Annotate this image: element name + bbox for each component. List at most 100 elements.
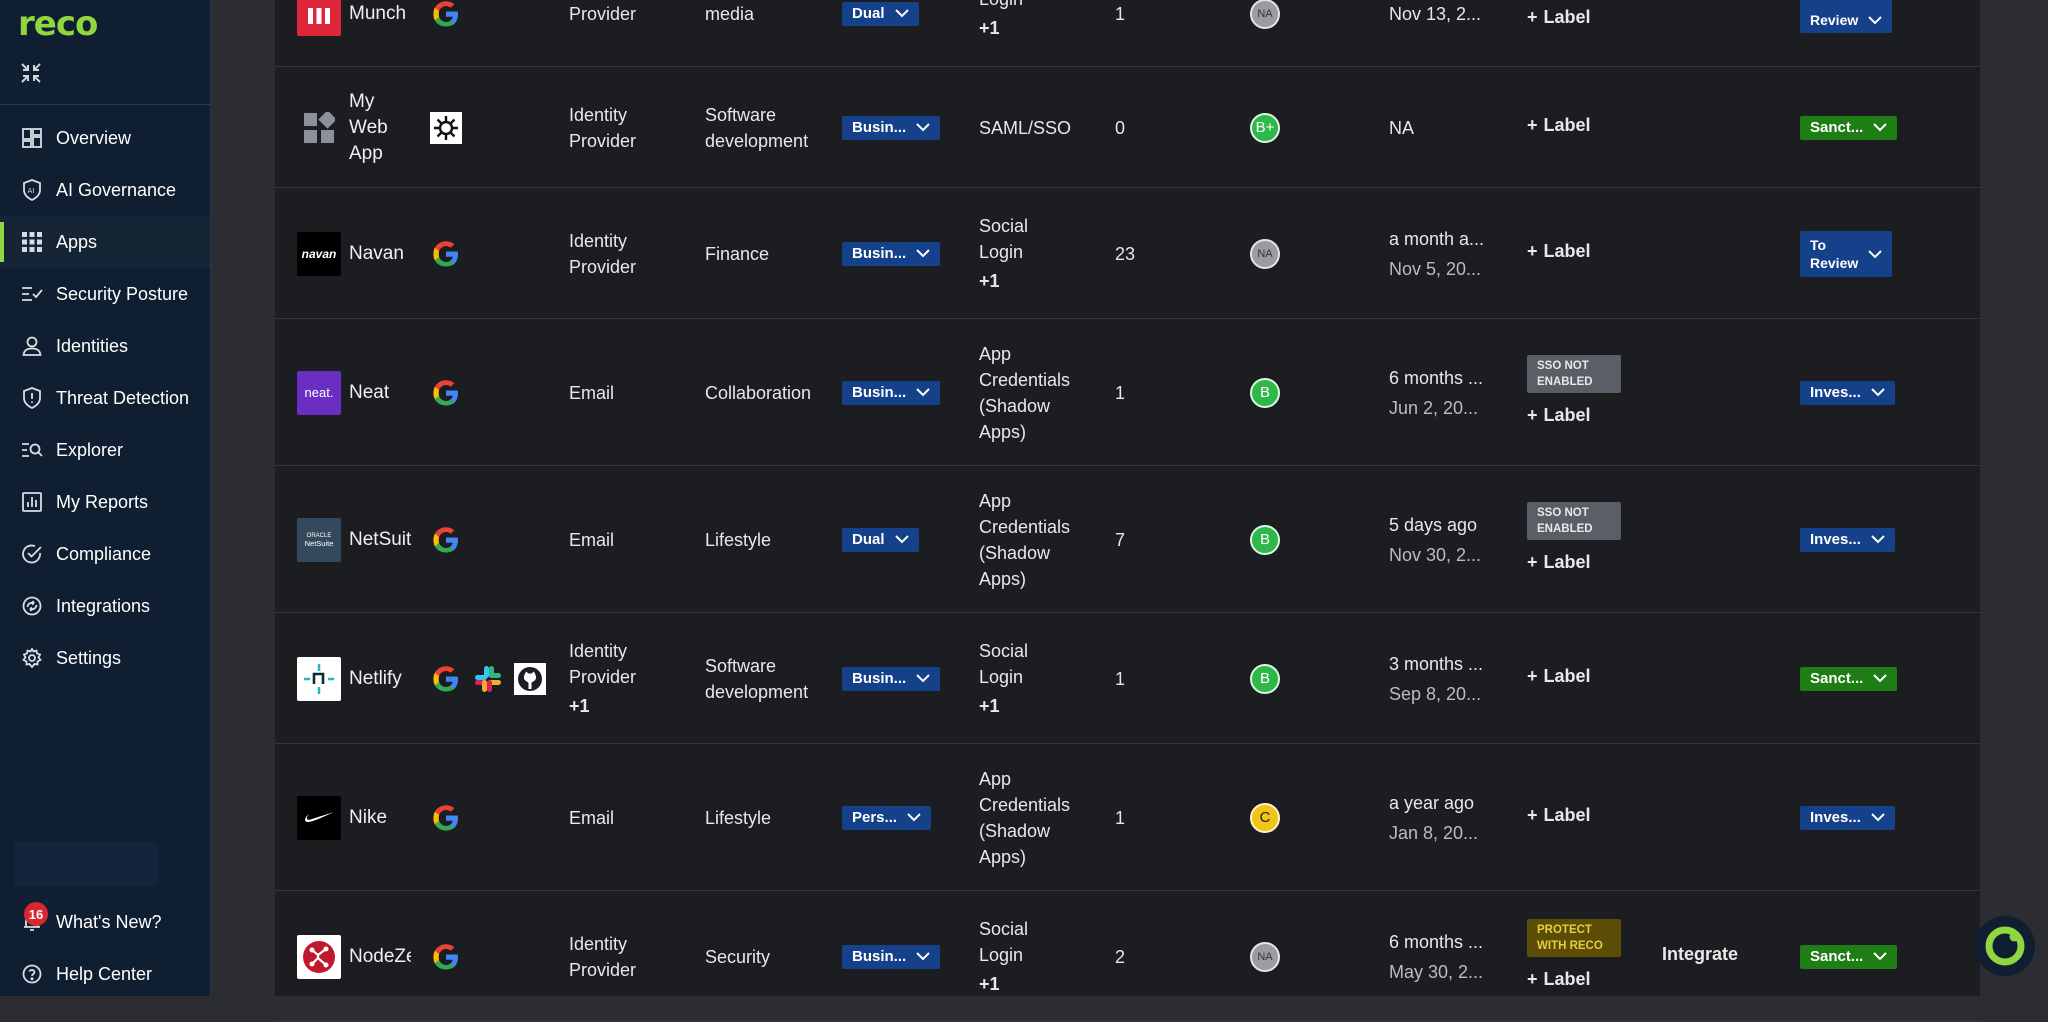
add-label-button[interactable]: + Label [1527, 7, 1591, 28]
cell-line: SAML/SSO [979, 117, 1072, 138]
app-name[interactable]: Neat [349, 380, 411, 406]
reco-assistant-button[interactable] [1975, 916, 2035, 976]
table-row[interactable]: neat. Neat Email Collaboration Busin... App Cr… [275, 319, 1980, 466]
review-status-dropdown[interactable]: Inves... [1800, 380, 1895, 405]
sidebar-item-help-center[interactable]: Help Center [0, 948, 211, 1000]
github-icon [514, 662, 546, 695]
sidebar-item-apps[interactable]: Apps [0, 216, 211, 268]
sidebar-item-settings[interactable]: Settings [0, 632, 211, 684]
add-label-button[interactable]: + Label [1527, 969, 1591, 990]
right-gutter [1980, 0, 2048, 996]
sidebar-item-security-posture[interactable]: Security Posture [0, 268, 211, 320]
more-count[interactable]: +1 [979, 15, 1099, 41]
table-row[interactable]: navan Navan Identity Provider Finance Busin..… [275, 188, 1980, 319]
table-row[interactable]: Munch Provider media Dual Login +1 1 NA Nov 13, … [275, 0, 1980, 67]
login-method: App Credentials (Shadow Apps) [979, 341, 1099, 445]
app-name[interactable]: Munch [349, 1, 411, 27]
status-tag: PROTECT WITH RECO [1527, 918, 1621, 957]
review-status-dropdown[interactable]: Review [1800, 0, 1893, 33]
app-name[interactable]: NetSuite [349, 527, 411, 553]
table-row[interactable]: Nike Email Lifestyle Pers... App Credentials (… [275, 744, 1980, 891]
add-label-text: Label [1543, 968, 1591, 989]
add-label-button[interactable]: + Label [1527, 115, 1591, 136]
cell-line: SSO NOT [1537, 506, 1589, 519]
dropdown-value: Sanct... [1810, 948, 1864, 965]
sidebar-item-ai-governance[interactable]: AI AI Governance [0, 164, 211, 216]
cell-line: Credentials [979, 369, 1071, 390]
google-icon [430, 524, 462, 556]
dropdown-value: Busin... [852, 948, 907, 965]
sidebar-item-whats-new[interactable]: 16 What's New? [0, 896, 211, 948]
review-status-dropdown[interactable]: To Review [1800, 230, 1893, 277]
more-count[interactable]: +1 [569, 693, 689, 719]
app-name[interactable]: Nike [349, 805, 411, 831]
integrate-link[interactable]: Integrate [1662, 944, 1738, 965]
app-category: Lifestyle [705, 527, 835, 553]
add-label-button[interactable]: + Label [1527, 241, 1591, 262]
sidebar-item-overview[interactable]: Overview [0, 112, 211, 164]
sidebar-item-explorer[interactable]: Explorer [0, 424, 211, 476]
plus-icon: + [1527, 551, 1538, 572]
app-name[interactable]: NodeZero [349, 944, 411, 970]
sidebar-item-integrations[interactable]: Integrations [0, 580, 211, 632]
last-used: 6 months ... May 30, 2... [1389, 927, 1499, 987]
account-type-dropdown[interactable]: Busin... [842, 115, 941, 140]
apps-table: Munch Provider media Dual Login +1 1 NA Nov 13, … [275, 0, 1980, 1022]
add-label-button[interactable]: + Label [1527, 405, 1591, 426]
table-row[interactable]: ORACLENetSuite NetSuite Email Lifestyle Dual… [275, 466, 1980, 613]
account-type-dropdown[interactable]: Busin... [842, 380, 941, 405]
add-label-button[interactable]: + Label [1527, 552, 1591, 573]
generic-app-logo [297, 106, 341, 150]
table-row[interactable]: Netlify Identity Provider +1 Software develop… [275, 613, 1980, 744]
cell-line: Social [979, 216, 1029, 237]
collapse-sidebar-icon[interactable] [20, 62, 42, 84]
last-used: a month a... Nov 5, 20... [1389, 224, 1499, 284]
app-category: Lifestyle [705, 805, 835, 831]
add-label-button[interactable]: + Label [1527, 805, 1591, 826]
last-used: NA [1389, 113, 1499, 143]
neat-logo: neat. [297, 370, 341, 415]
account-type-dropdown[interactable]: Busin... [842, 241, 941, 266]
cell-line: Login [979, 242, 1024, 263]
chevron-down-icon [916, 245, 930, 262]
cell-line: Credentials [979, 794, 1071, 815]
more-count[interactable]: +1 [979, 971, 1099, 997]
add-label-text: Label [1543, 7, 1591, 27]
netsuite-logo: ORACLE NetSuite [297, 517, 341, 562]
account-type-dropdown[interactable]: Busin... [842, 944, 941, 969]
app-name[interactable]: Netlify [349, 666, 411, 692]
app-name[interactable]: My Web App [349, 89, 411, 167]
review-status-dropdown[interactable]: Inves... [1800, 805, 1895, 830]
sidebar-item-threat-detection[interactable]: Threat Detection [0, 372, 211, 424]
sidebar-item-compliance[interactable]: Compliance [0, 528, 211, 580]
sidebar-item-label: Overview [56, 127, 132, 148]
reco-logo[interactable]: reco [18, 4, 98, 44]
account-type-dropdown[interactable]: Dual [842, 527, 919, 552]
account-type-dropdown[interactable]: Busin... [842, 666, 941, 691]
sidebar-item-identities[interactable]: Identities [0, 320, 211, 372]
app-name[interactable]: Navan [349, 241, 411, 267]
cell-line: Email [569, 807, 615, 828]
more-count[interactable]: +1 [979, 693, 1099, 719]
account-type-dropdown[interactable]: Pers... [842, 805, 932, 830]
app-category: Software development [705, 102, 835, 154]
review-status-dropdown[interactable]: Sanct... [1800, 115, 1898, 140]
sidebar: reco Overview AI AI Governance Apps Secu… [0, 0, 211, 996]
add-label-button[interactable]: + Label [1527, 666, 1591, 687]
review-status-dropdown[interactable]: Inves... [1800, 527, 1895, 552]
cell-line: Nov 5, 20... [1389, 258, 1482, 279]
cell-line: Nov 30, 2... [1389, 544, 1482, 565]
cell-line: a month a... [1389, 228, 1485, 249]
review-status-dropdown[interactable]: Sanct... [1800, 666, 1898, 691]
chevron-down-icon [916, 948, 930, 965]
account-type-dropdown[interactable]: Dual [842, 1, 919, 26]
chevron-down-icon [894, 531, 909, 548]
review-status-dropdown[interactable]: Sanct... [1800, 944, 1898, 969]
cell-line: 6 months ... [1389, 367, 1484, 388]
table-row[interactable]: NodeZero Identity Provider Security Busin...… [275, 891, 1980, 1022]
sidebar-item-my-reports[interactable]: My Reports [0, 476, 211, 528]
plus-icon: + [1527, 114, 1538, 135]
table-row[interactable]: My Web App Identity Provider Software developm… [275, 67, 1980, 188]
check-circle-icon [20, 542, 44, 566]
more-count[interactable]: +1 [979, 268, 1099, 294]
